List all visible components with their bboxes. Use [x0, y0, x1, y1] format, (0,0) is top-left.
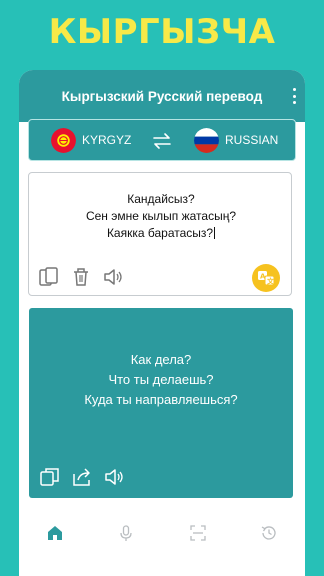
- app-title: Кыргызский Русский перевод: [61, 88, 263, 104]
- microphone-icon[interactable]: [116, 523, 136, 543]
- target-language-button[interactable]: RUSSIAN: [194, 127, 279, 153]
- more-menu-icon[interactable]: [291, 88, 297, 104]
- source-language-label: KYRGYZ: [82, 133, 132, 147]
- speaker-icon[interactable]: [103, 466, 125, 488]
- input-text[interactable]: Кандайсыз? Сен эмне кылып жатасың? Каякк…: [29, 191, 293, 242]
- output-line: Куда ты направляешься?: [84, 392, 238, 407]
- input-actions: [38, 266, 134, 288]
- bottom-navigation: [19, 518, 305, 548]
- share-icon[interactable]: [71, 466, 93, 488]
- home-icon[interactable]: [45, 523, 65, 543]
- input-line: Кандайсыз?: [127, 192, 195, 206]
- delete-icon[interactable]: [70, 266, 92, 288]
- target-language-label: RUSSIAN: [225, 133, 279, 147]
- input-line: Сен эмне кылып жатасың?: [85, 209, 237, 223]
- output-line: Что ты делаешь?: [108, 372, 214, 387]
- text-cursor: [214, 227, 216, 239]
- promo-title: КЫРГЫЗЧА: [48, 12, 276, 52]
- output-text-area: Как дела? Что ты делаешь? Куда ты направ…: [29, 308, 293, 498]
- russian-flag-icon: [194, 127, 219, 153]
- app-bar: Кыргызский Русский перевод: [19, 70, 305, 122]
- phone-screen: Кыргызский Русский перевод KYRGYZ RUSSIA…: [19, 70, 305, 576]
- output-text: Как дела? Что ты делаешь? Куда ты направ…: [29, 350, 293, 410]
- output-line: Как дела?: [130, 352, 192, 367]
- speaker-icon[interactable]: [102, 266, 124, 288]
- kyrgyz-flag-icon: [51, 127, 76, 153]
- swap-languages-icon[interactable]: [151, 132, 173, 150]
- output-actions: [39, 466, 135, 488]
- history-icon[interactable]: [259, 523, 279, 543]
- svg-text:A: A: [260, 273, 266, 281]
- input-line: Каякка баратасыз?: [106, 226, 214, 240]
- paste-icon[interactable]: [38, 266, 60, 288]
- scan-icon[interactable]: [188, 523, 208, 543]
- input-text-area[interactable]: Кандайсыз? Сен эмне кылып жатасың? Каякк…: [28, 172, 292, 296]
- source-language-button[interactable]: KYRGYZ: [51, 127, 132, 153]
- translate-icon: A 文: [258, 271, 275, 286]
- copy-icon[interactable]: [39, 466, 61, 488]
- language-selector-bar: KYRGYZ RUSSIAN: [28, 119, 296, 161]
- svg-text:文: 文: [267, 277, 275, 286]
- translate-button[interactable]: A 文: [252, 264, 280, 292]
